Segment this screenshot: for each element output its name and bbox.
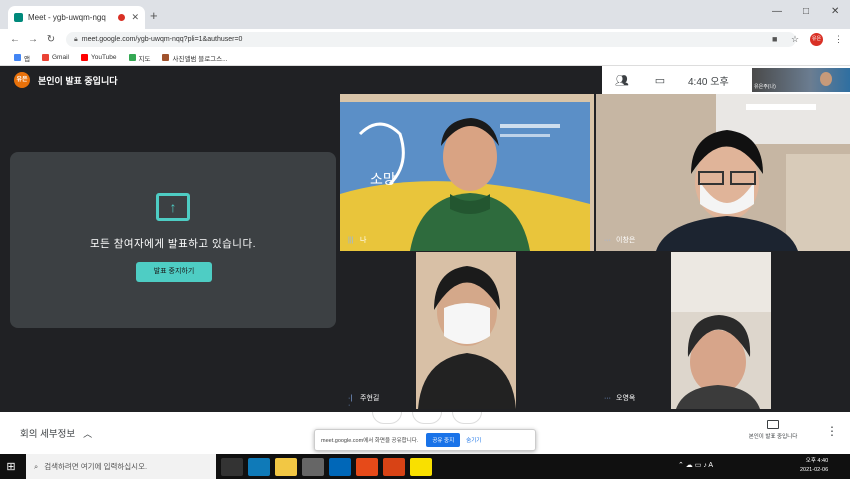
- close-window-button[interactable]: ✕: [831, 6, 839, 17]
- edge-icon[interactable]: [248, 457, 270, 476]
- chat-icon[interactable]: ▭: [646, 74, 674, 87]
- avatar: 유은: [14, 72, 30, 88]
- tile-name-participant-3: ·|· 주현길: [348, 394, 380, 409]
- mic-on-icon: ·|·: [348, 394, 353, 409]
- reload-icon[interactable]: ↻: [42, 34, 60, 45]
- browser-toolbar: ← → ↻ 🔒︎ meet.google.com/ygb-uwqm-nqq?pl…: [0, 29, 850, 50]
- presenting-label: 본인이 발표 중입니다: [38, 75, 118, 86]
- share-notice-text: meet.google.com에서 화면을 공유합니다.: [321, 438, 419, 444]
- browser-tab[interactable]: Meet - ygb-uwqm-ngq ✕: [8, 6, 145, 29]
- windows-taskbar: ⊞ ⌕ 검색하려면 여기에 입력하십시오. ⌃ ☁ ▭ ♪ A 오후 4:40 …: [0, 454, 850, 479]
- star-icon[interactable]: ☆: [791, 34, 799, 45]
- presenting-header: 유은 본인이 발표 중입니다: [14, 72, 118, 88]
- chevron-up-icon: ︿: [83, 428, 93, 439]
- stop-presenting-button[interactable]: 발표 중지하기: [136, 262, 212, 282]
- self-view-thumbnail[interactable]: 유은주(나): [752, 68, 850, 92]
- app-icon[interactable]: [383, 457, 405, 476]
- present-screen-icon: ↑: [156, 193, 190, 221]
- video-tile-participant-3[interactable]: ·|· 주현길: [340, 252, 594, 409]
- file-explorer-icon[interactable]: [275, 457, 297, 476]
- lock-icon: 🔒︎: [74, 35, 78, 43]
- taskbar-clock[interactable]: 오후 4:40 2021-02-06: [800, 457, 828, 475]
- presenting-card: ↑ 모든 참여자에게 발표하고 있습니다. 발표 중지하기: [10, 152, 336, 328]
- task-view-icon[interactable]: [221, 457, 243, 476]
- meet-favicon-icon: [14, 13, 23, 22]
- mic-on-icon: ···: [604, 236, 611, 244]
- taskbar-search-input[interactable]: ⌕ 검색하려면 여기에 입력하십시오.: [26, 454, 216, 479]
- minimize-button[interactable]: —: [772, 6, 782, 17]
- mic-toggle-button[interactable]: [372, 412, 402, 424]
- maps-icon: [128, 54, 136, 61]
- restore-button[interactable]: □: [803, 6, 809, 17]
- profile-avatar[interactable]: 유은: [810, 33, 823, 46]
- present-now-button[interactable]: 본인이 발표 중입니다: [738, 420, 808, 440]
- search-icon: ⌕: [34, 461, 39, 471]
- tile-name-self: ||| 나: [348, 236, 367, 245]
- meeting-details-button[interactable]: 회의 세부정보 ︿: [20, 426, 93, 441]
- participant-2-video: [596, 94, 850, 251]
- bookmarks-bar: 앱 Gmail YouTube 지도 사진앨범 블로그스...: [0, 50, 850, 66]
- kakaotalk-icon[interactable]: [410, 457, 432, 476]
- self-video: 소망: [340, 94, 594, 251]
- presenting-message: 모든 참여자에게 발표하고 있습니다.: [89, 238, 257, 250]
- participant-4-video: [596, 252, 850, 409]
- tile-name-participant-2: ··· 이창은: [604, 236, 636, 245]
- store-icon[interactable]: [302, 457, 324, 476]
- self-thumb-name: 유은주(나): [754, 84, 776, 90]
- blog-icon: [162, 54, 170, 61]
- bookmark-maps[interactable]: 지도: [128, 53, 150, 63]
- video-tile-participant-4[interactable]: ··· 오영옥: [596, 252, 850, 409]
- bookmark-gmail[interactable]: Gmail: [41, 54, 69, 61]
- hangup-button[interactable]: [412, 412, 442, 424]
- present-screen-icon: [767, 420, 779, 429]
- bookmark-apps[interactable]: 앱: [14, 53, 30, 63]
- bookmark-youtube[interactable]: YouTube: [80, 54, 117, 61]
- mic-on-icon: ···: [604, 394, 611, 402]
- mic-on-icon: |||: [348, 236, 354, 244]
- bookmark-blog[interactable]: 사진앨범 블로그스...: [162, 53, 228, 63]
- system-tray[interactable]: ⌃ ☁ ▭ ♪ A: [678, 461, 713, 469]
- hide-notice-button[interactable]: 숨기기: [466, 436, 481, 444]
- recording-dot-icon: [118, 14, 126, 21]
- windows-start-icon[interactable]: ⊞: [0, 460, 22, 473]
- browser-tab-strip: Meet - ygb-uwqm-ngq ✕ + — □ ✕: [0, 0, 850, 29]
- youtube-icon: [80, 54, 88, 61]
- new-tab-button[interactable]: +: [150, 8, 158, 23]
- gmail-icon: [41, 54, 49, 61]
- people-icon[interactable]: 👥︎: [608, 74, 636, 87]
- svg-text:소망: 소망: [370, 172, 396, 188]
- apps-grid-icon: [14, 54, 21, 61]
- chrome-icon[interactable]: [356, 457, 378, 476]
- tab-close-icon[interactable]: ✕: [131, 12, 139, 23]
- participant-3-video: [340, 252, 594, 409]
- address-bar[interactable]: 🔒︎ meet.google.com/ygb-uwqm-nqq?pli=1&au…: [66, 32, 796, 47]
- menu-dots-icon[interactable]: ⋮: [834, 34, 843, 45]
- forward-arrow-icon[interactable]: →: [24, 34, 42, 45]
- self-face: [820, 72, 832, 86]
- camera-icon[interactable]: ■: [772, 34, 777, 44]
- more-options-icon[interactable]: ⋮: [826, 424, 838, 438]
- camera-toggle-button[interactable]: [452, 412, 482, 424]
- url-text: meet.google.com/ygb-uwqm-nqq?pli=1&authu…: [81, 36, 243, 43]
- back-arrow-icon[interactable]: ←: [6, 34, 24, 45]
- tab-title: Meet - ygb-uwqm-ngq: [28, 13, 106, 22]
- video-tile-self[interactable]: 소망 ||| 나: [340, 94, 594, 251]
- screen-share-notice: meet.google.com에서 화면을 공유합니다. 공유 중지 숨기기: [314, 429, 536, 451]
- video-tile-participant-2[interactable]: ··· 이창은: [596, 94, 850, 251]
- meeting-time: 4:40 오후: [688, 76, 729, 88]
- screen: Meet - ygb-uwqm-ngq ✕ + — □ ✕ ← → ↻ 🔒︎ m…: [0, 0, 850, 479]
- meet-main: 유은 본인이 발표 중입니다 👥︎ ▭ 4:40 오후 유은주(나) ↑ 모든 …: [0, 66, 850, 412]
- tile-name-participant-4: ··· 오영옥: [604, 394, 636, 403]
- meet-bottom-bar: 회의 세부정보 ︿ meet.google.com에서 화면을 공유합니다. 공…: [0, 412, 850, 454]
- stop-sharing-button[interactable]: 공유 중지: [426, 433, 461, 447]
- mail-icon[interactable]: [329, 457, 351, 476]
